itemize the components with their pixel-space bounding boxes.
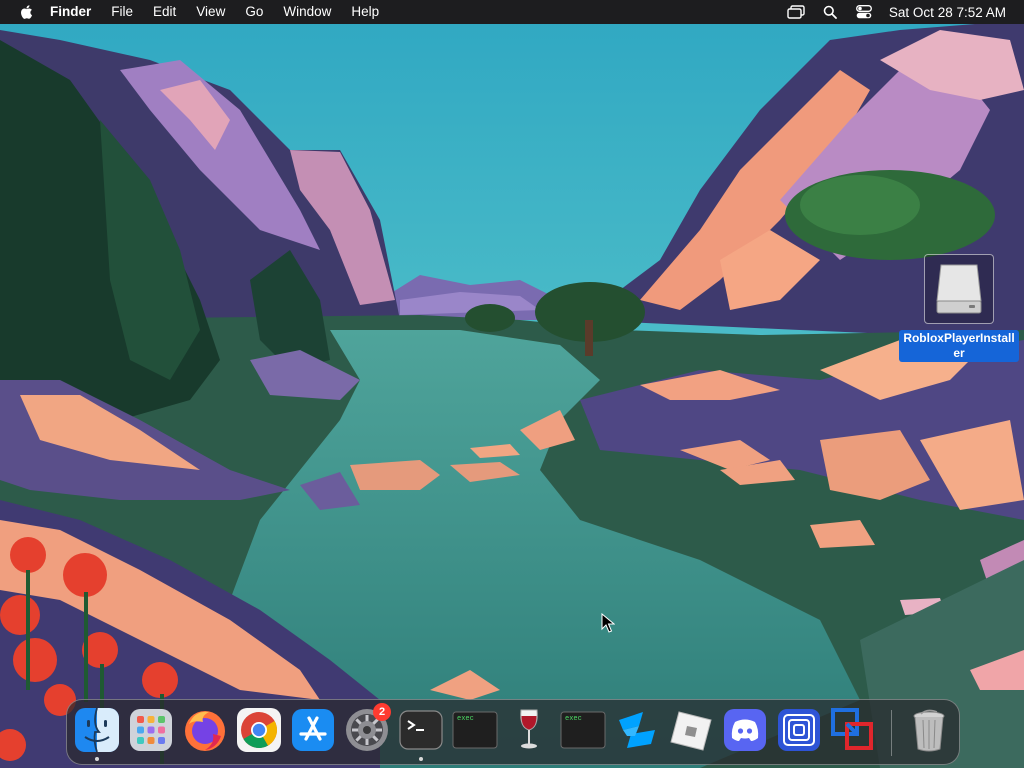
menu-file[interactable]: File bbox=[101, 0, 143, 24]
apple-logo-icon[interactable] bbox=[16, 0, 36, 24]
wine-icon bbox=[520, 709, 538, 749]
terminal-icon bbox=[399, 710, 443, 750]
finder-running-dot bbox=[95, 757, 99, 761]
dock-launchpad[interactable] bbox=[127, 706, 175, 754]
app-store-icon bbox=[292, 709, 334, 751]
dock-finder[interactable] bbox=[73, 706, 121, 754]
parallels-icon bbox=[831, 708, 873, 750]
exec-label: exec bbox=[565, 715, 582, 723]
menu-window[interactable]: Window bbox=[273, 0, 341, 24]
dock: 2 exec exec bbox=[66, 699, 960, 765]
menu-go[interactable]: Go bbox=[235, 0, 273, 24]
disk-image-icon bbox=[924, 254, 994, 324]
chrome-icon bbox=[237, 708, 281, 752]
dock-roblox-studio[interactable] bbox=[613, 706, 661, 754]
screen-mirroring-icon[interactable] bbox=[787, 0, 805, 24]
menu-help[interactable]: Help bbox=[341, 0, 389, 24]
trash-icon bbox=[913, 709, 945, 752]
dock-trash[interactable] bbox=[905, 706, 953, 754]
menu-app-name[interactable]: Finder bbox=[42, 0, 101, 24]
search-icon[interactable] bbox=[821, 0, 839, 24]
dock-exec-1[interactable]: exec bbox=[451, 706, 499, 754]
exec-label: exec bbox=[457, 715, 474, 723]
discord-icon bbox=[724, 709, 766, 751]
dock-app-store[interactable] bbox=[289, 706, 337, 754]
desktop-wallpaper bbox=[0, 0, 1024, 768]
launchpad-icon bbox=[130, 709, 172, 751]
menu-view[interactable]: View bbox=[186, 0, 235, 24]
dock-parallels[interactable] bbox=[829, 706, 877, 754]
roblox-studio-icon bbox=[619, 712, 655, 748]
menu-edit[interactable]: Edit bbox=[143, 0, 186, 24]
roblox-icon bbox=[670, 711, 712, 751]
finder-icon bbox=[75, 707, 119, 753]
dock-system-settings[interactable]: 2 bbox=[343, 703, 391, 754]
mouse-cursor-icon bbox=[601, 613, 615, 633]
dock-wine[interactable] bbox=[505, 706, 553, 754]
exec-terminal-icon: exec bbox=[560, 711, 606, 749]
terminal-running-dot bbox=[419, 757, 423, 761]
control-center-icon[interactable] bbox=[855, 0, 873, 24]
dock-separator bbox=[891, 710, 892, 756]
dock-terminal[interactable] bbox=[397, 706, 445, 754]
desktop-file-label: RobloxPlayerInstaller bbox=[899, 330, 1019, 362]
dock-exec-2[interactable]: exec bbox=[559, 706, 607, 754]
settings-notification-badge: 2 bbox=[373, 703, 391, 721]
menu-bar-clock[interactable]: Sat Oct 28 7:52 AM bbox=[889, 5, 1006, 20]
dock-discord[interactable] bbox=[721, 706, 769, 754]
exec-terminal-icon: exec bbox=[452, 711, 498, 749]
firefox-icon bbox=[185, 711, 225, 751]
dock-firefox[interactable] bbox=[181, 706, 229, 754]
dock-concentric-app[interactable] bbox=[775, 706, 823, 754]
concentric-squares-icon bbox=[778, 709, 820, 751]
menu-bar: Finder File Edit View Go Window Help Sat… bbox=[0, 0, 1024, 24]
desktop-file-roblox-installer[interactable]: RobloxPlayerInstaller bbox=[898, 254, 1020, 362]
dock-chrome[interactable] bbox=[235, 706, 283, 754]
dock-roblox[interactable] bbox=[667, 706, 715, 754]
